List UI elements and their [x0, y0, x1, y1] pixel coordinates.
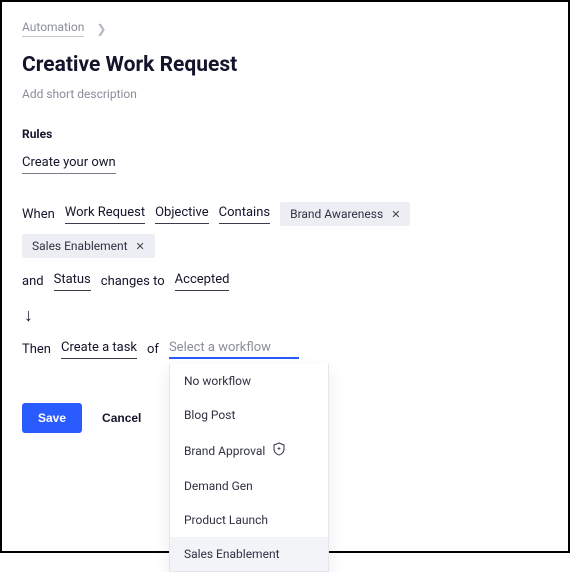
workflow-dropdown: No workflow Blog Post Brand Approval Dem…: [169, 364, 329, 572]
option-label: Sales Enablement: [184, 547, 280, 561]
option-label: No workflow: [184, 374, 251, 388]
when-value-chip[interactable]: Brand Awareness ✕: [280, 202, 410, 226]
workflow-option[interactable]: Brand Approval: [170, 432, 328, 469]
breadcrumb-root[interactable]: Automation: [22, 20, 84, 37]
close-icon[interactable]: ✕: [136, 240, 145, 253]
save-button[interactable]: Save: [22, 403, 82, 433]
when-value-chip[interactable]: Sales Enablement ✕: [22, 234, 155, 258]
close-icon[interactable]: ✕: [391, 208, 400, 221]
when-operator-select[interactable]: Contains: [219, 205, 270, 224]
workflow-option[interactable]: Blog Post: [170, 398, 328, 432]
when-label: When: [22, 207, 55, 222]
changes-to-label: changes to: [101, 274, 165, 289]
option-label: Brand Approval: [184, 444, 265, 458]
when-row: When Work Request Objective Contains Bra…: [22, 202, 548, 258]
page-subtitle[interactable]: Add short description: [22, 87, 548, 101]
breadcrumb: Automation ❯: [22, 20, 548, 37]
option-label: Demand Gen: [184, 479, 253, 493]
workflow-option[interactable]: Sales Enablement: [170, 537, 328, 571]
then-row: Then Create a task of Select a workflow …: [22, 340, 548, 359]
arrow-down-icon: ↓: [24, 305, 548, 326]
then-action-select[interactable]: Create a task: [61, 340, 137, 359]
page-title: Creative Work Request: [22, 53, 548, 77]
option-label: Product Launch: [184, 513, 268, 527]
chevron-right-icon: ❯: [96, 22, 106, 36]
cancel-button[interactable]: Cancel: [102, 411, 141, 425]
and-value-select[interactable]: Accepted: [175, 272, 230, 291]
workflow-option[interactable]: Demand Gen: [170, 469, 328, 503]
and-field-select[interactable]: Status: [54, 272, 91, 291]
of-label: of: [147, 342, 159, 357]
and-label: and: [22, 274, 44, 289]
when-object-select[interactable]: Work Request: [65, 205, 145, 224]
rules-section-label: Rules: [22, 127, 548, 141]
chip-label: Sales Enablement: [32, 239, 128, 253]
chip-label: Brand Awareness: [290, 207, 383, 221]
when-field-select[interactable]: Objective: [155, 205, 209, 224]
then-label: Then: [22, 342, 51, 357]
shield-icon: [273, 442, 285, 459]
workflow-option[interactable]: Product Launch: [170, 503, 328, 537]
workflow-select[interactable]: Select a workflow: [169, 340, 299, 359]
option-label: Blog Post: [184, 408, 235, 422]
and-row: and Status changes to Accepted: [22, 272, 548, 291]
workflow-option[interactable]: No workflow: [170, 364, 328, 398]
rule-template-select[interactable]: Create your own: [22, 155, 116, 174]
